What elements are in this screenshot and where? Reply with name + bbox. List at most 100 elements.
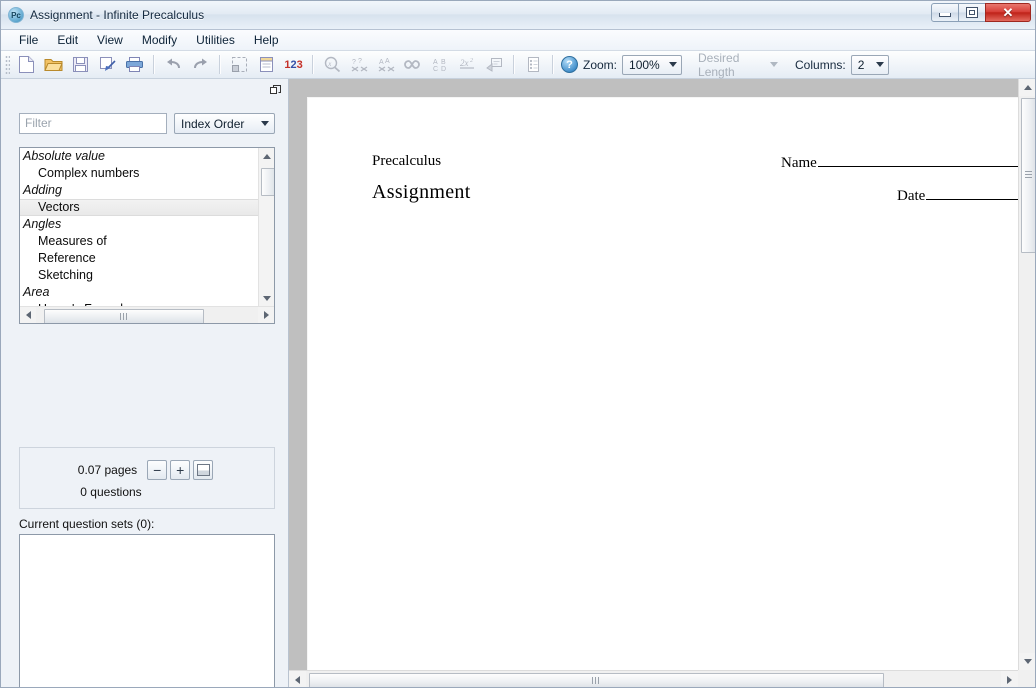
topic-list[interactable]: Absolute value Complex numbers Adding Ve…	[19, 147, 275, 324]
list-item[interactable]: Sketching	[20, 267, 258, 284]
filter-input[interactable]: Filter	[19, 113, 167, 134]
triangle-down-icon	[1023, 659, 1032, 664]
abcd-icon: A B C D	[433, 59, 446, 73]
filter-row: Filter Index Order	[19, 113, 275, 134]
page-break-icon	[196, 464, 210, 476]
index-order-select[interactable]: Index Order	[174, 113, 275, 134]
scroll-right-button[interactable]	[258, 307, 274, 323]
chevron-down-icon	[875, 62, 884, 67]
toolbar-separator	[552, 55, 554, 74]
float-panel-button[interactable]	[267, 82, 284, 99]
redo-button[interactable]	[187, 52, 214, 78]
list-item[interactable]: Measures of	[20, 233, 258, 250]
app-icon: Pc	[8, 7, 24, 23]
increase-pages-button[interactable]: +	[170, 460, 191, 480]
new-document-button[interactable]	[13, 52, 40, 78]
topic-list-vertical-scrollbar[interactable]	[258, 148, 274, 306]
svg-text:?: ?	[352, 59, 356, 66]
list-item-selected[interactable]: Vectors	[20, 199, 258, 216]
new-question-button[interactable]	[253, 52, 280, 78]
course-name: Precalculus	[372, 153, 442, 169]
triangle-right-icon	[1007, 675, 1012, 684]
toolbar-grip[interactable]	[5, 54, 10, 75]
abcd-button[interactable]: A B C D	[427, 52, 454, 78]
list-item[interactable]: Angles	[20, 216, 258, 233]
decrease-pages-button[interactable]: −	[147, 460, 168, 480]
presentation-button[interactable]	[481, 52, 508, 78]
menu-file[interactable]: File	[10, 31, 47, 49]
restore-button[interactable]	[958, 3, 986, 22]
list-item[interactable]: Area	[20, 284, 258, 301]
horizontal-scroll-thumb[interactable]	[309, 673, 884, 687]
topic-list-horizontal-scrollbar[interactable]	[20, 306, 274, 323]
main-area: Filter Index Order Absolute value Comple…	[1, 79, 1035, 687]
scroll-down-button[interactable]	[1019, 653, 1035, 670]
document-horizontal-scrollbar[interactable]	[289, 670, 1035, 687]
menu-view[interactable]: View	[88, 31, 132, 49]
infinity-button[interactable]	[400, 52, 427, 78]
print-button[interactable]	[121, 52, 148, 78]
list-item[interactable]: Complex numbers	[20, 165, 258, 182]
save-button[interactable]	[67, 52, 94, 78]
export-button[interactable]	[94, 52, 121, 78]
vertical-scroll-thumb[interactable]	[261, 168, 274, 196]
desired-length-select[interactable]: Desired Length	[691, 51, 783, 79]
menu-edit[interactable]: Edit	[48, 31, 87, 49]
list-item[interactable]: Adding	[20, 182, 258, 199]
list-button[interactable]	[520, 52, 547, 78]
grip-icon	[119, 313, 129, 320]
columns-select[interactable]: 2	[850, 54, 889, 75]
scroll-right-button[interactable]	[1001, 671, 1018, 687]
magnify-x-icon: x	[324, 56, 341, 73]
select-button[interactable]	[226, 52, 253, 78]
toolbar-separator	[153, 55, 155, 74]
questions-count: 0 questions	[80, 485, 142, 499]
menu-utilities[interactable]: Utilities	[187, 31, 244, 49]
scroll-up-button[interactable]	[259, 148, 274, 164]
svg-text:D: D	[441, 66, 446, 73]
undo-icon	[167, 58, 180, 69]
vertical-scroll-thumb[interactable]	[1021, 98, 1035, 253]
open-folder-icon	[44, 59, 63, 71]
free-response-button[interactable]: 2x 2	[454, 52, 481, 78]
shuffle-questions-button[interactable]: ? ?	[346, 52, 373, 78]
menu-help[interactable]: Help	[245, 31, 288, 49]
columns-label: Columns:	[795, 57, 846, 72]
triangle-up-icon	[263, 153, 271, 159]
toolbar-separator	[513, 55, 515, 74]
close-button[interactable]: ✕	[985, 3, 1031, 22]
svg-text:?: ?	[358, 58, 362, 65]
open-folder-button[interactable]	[40, 52, 67, 78]
shuffle-choices-button[interactable]: A A	[373, 52, 400, 78]
page-break-button[interactable]	[193, 460, 214, 480]
scroll-left-button[interactable]	[289, 671, 306, 687]
scroll-down-button[interactable]	[259, 290, 274, 306]
scroll-up-button[interactable]	[1019, 79, 1035, 96]
numbering-button[interactable]: 123	[280, 52, 307, 78]
list-item[interactable]: Reference	[20, 250, 258, 267]
float-panel-icon	[270, 85, 281, 94]
list-item[interactable]: Absolute value	[20, 148, 258, 165]
menu-modify[interactable]: Modify	[133, 31, 186, 49]
worksheet-title: Assignment	[372, 181, 471, 203]
horizontal-scroll-thumb[interactable]	[44, 309, 204, 323]
zoom-select[interactable]: 100%	[622, 54, 683, 75]
triangle-right-icon	[263, 311, 269, 319]
scroll-left-button[interactable]	[20, 307, 36, 323]
magnify-x-button[interactable]: x	[319, 52, 346, 78]
worksheet-page[interactable]: Precalculus Assignment Name Date P	[307, 97, 1035, 677]
help-icon[interactable]: ?	[561, 56, 578, 73]
minimize-button[interactable]	[931, 3, 959, 22]
chevron-down-icon	[261, 121, 269, 126]
columns-value: 2	[857, 57, 865, 72]
save-icon	[73, 57, 88, 72]
grip-icon	[1025, 171, 1032, 180]
name-label: Name	[781, 155, 817, 171]
undo-button[interactable]	[160, 52, 187, 78]
document-vertical-scrollbar[interactable]	[1018, 79, 1035, 670]
toolbar: 123 x ? ? A A A B C D 2x 2 ? Zoom: 100% …	[1, 51, 1035, 79]
stats-panel: 0.07 pages − + 0 questions	[19, 447, 275, 509]
chevron-down-icon	[770, 62, 779, 67]
question-sets-list[interactable]	[19, 534, 275, 687]
presentation-icon	[486, 58, 502, 72]
